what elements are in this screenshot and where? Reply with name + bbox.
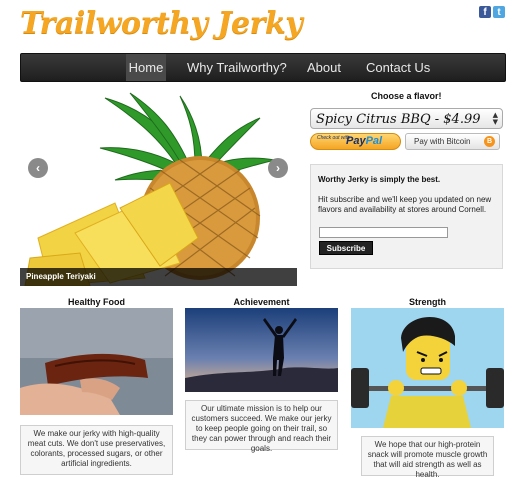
select-caret-icon: ▲ ▼	[492, 111, 498, 126]
paypal-logo: PayPal	[346, 135, 382, 147]
hero-slider	[20, 88, 297, 286]
lego-weightlifter-image	[351, 308, 504, 428]
site-logo[interactable]: Trailworthy Jerky	[20, 6, 303, 41]
choose-flavor-label: Choose a flavor!	[371, 91, 442, 101]
bitcoin-icon: B	[484, 136, 495, 147]
subscribe-button[interactable]: Subscribe	[319, 241, 373, 255]
email-input[interactable]	[319, 227, 448, 238]
pineapple-image	[24, 92, 276, 286]
bitcoin-pay-button[interactable]: Pay with Bitcoin B	[405, 133, 500, 150]
facebook-icon[interactable]: f	[479, 6, 491, 18]
nav-item-about[interactable]: About	[307, 54, 341, 81]
nav-item-contact-us[interactable]: Contact Us	[366, 54, 430, 81]
paypal-checkout-button[interactable]: Check out with PayPal	[310, 133, 401, 150]
column-title-achievement: Achievement	[233, 297, 290, 307]
twitter-icon[interactable]: t	[493, 6, 505, 18]
selected-flavor: Spicy Citrus BBQ - $4.99	[316, 112, 481, 127]
paypal-logo-pay: Pay	[346, 135, 366, 147]
paypal-logo-pal: Pal	[365, 135, 383, 147]
column-card-healthy-food: We make our jerky with high-quality meat…	[20, 425, 173, 475]
slider-prev-button[interactable]: ‹	[28, 158, 48, 178]
column-card-strength: We hope that our high-protein snack will…	[361, 436, 494, 479]
flavor-select[interactable]: Spicy Citrus BBQ - $4.99 ▲ ▼	[310, 108, 503, 129]
jerky-hand-image	[20, 308, 173, 415]
subscribe-title: Worthy Jerky is simply the best.	[318, 175, 441, 184]
column-title-healthy-food: Healthy Food	[67, 297, 125, 307]
column-title-strength: Strength	[409, 297, 446, 307]
subscribe-text: Hit subscribe and we'll keep you updated…	[318, 195, 492, 214]
slide-caption: Pineapple Teriyaki	[20, 268, 297, 286]
nav-item-home[interactable]: Home	[126, 54, 166, 81]
column-card-achievement: Our ultimate mission is to help our cust…	[185, 400, 338, 453]
main-nav: Home Why Trailworthy? About Contact Us	[20, 53, 506, 82]
paypal-small-text: Check out with	[317, 135, 350, 141]
achievement-silhouette-image	[185, 308, 338, 392]
bitcoin-pay-label: Pay with Bitcoin	[414, 137, 471, 146]
nav-item-why-trailworthy[interactable]: Why Trailworthy?	[187, 54, 287, 81]
slider-next-button[interactable]: ›	[268, 158, 288, 178]
